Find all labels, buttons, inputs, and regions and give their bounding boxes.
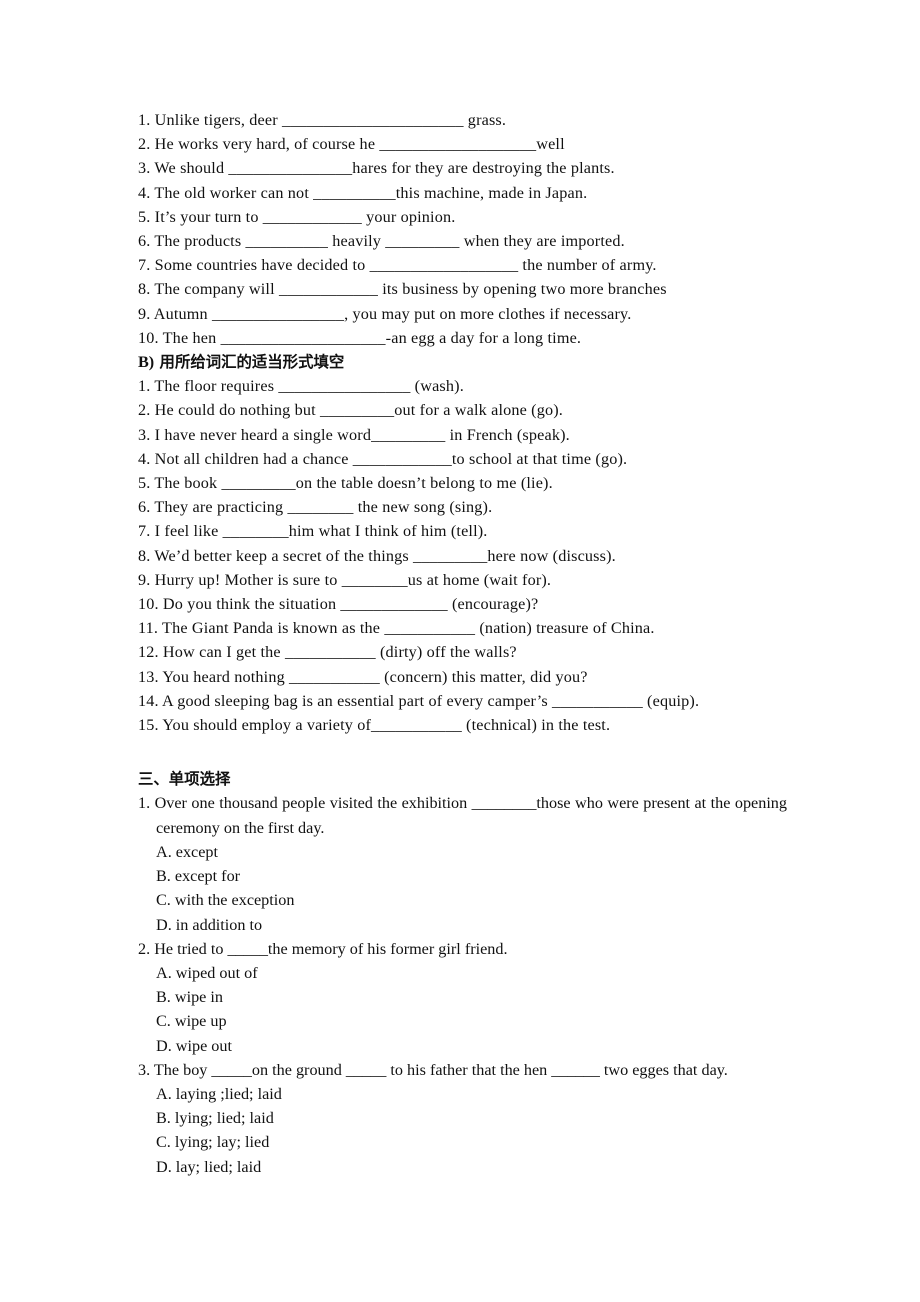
multiple-choice-list: 1. Over one thousand people visited the … (138, 791, 787, 1178)
mc-question-stem: 3. The boy _____on the ground _____ to h… (138, 1060, 728, 1079)
mc-option[interactable]: A. laying ;lied; laid (138, 1082, 787, 1106)
mc-option[interactable]: D. in addition to (138, 913, 787, 937)
exercise-line: 2. He could do nothing but _________out … (138, 401, 563, 420)
exercise-line: 6. The products __________ heavily _____… (138, 232, 625, 251)
mc-option[interactable]: C. lying; lay; lied (138, 1130, 787, 1154)
exercise-line: 8. We’d better keep a secret of the thin… (138, 546, 616, 565)
mc-option[interactable]: A. except (138, 840, 787, 864)
exercise-line: 11. The Giant Panda is known as the ____… (138, 619, 655, 638)
mc-question-block: 1. Over one thousand people visited the … (138, 791, 787, 936)
exercise-line: 4. Not all children had a chance _______… (138, 449, 628, 468)
section-b-title: 用所给词汇的适当形式填空 (159, 353, 345, 372)
exercise-line: 13. You heard nothing ___________ (conce… (138, 667, 588, 686)
section-a-fill-in-blanks: 1. Unlike tigers, deer _________________… (138, 108, 787, 350)
exercise-line: 2. He works very hard, of course he ____… (138, 135, 565, 154)
document-page: 1. Unlike tigers, deer _________________… (0, 0, 920, 1302)
exercise-line: 9. Autumn ________________, you may put … (138, 304, 632, 323)
exercise-line: 12. How can I get the ___________ (dirty… (138, 643, 517, 662)
section-b-label: B) (138, 353, 155, 372)
exercise-line: 10. The hen ____________________-an egg … (138, 328, 582, 347)
exercise-line: 3. We should _______________hares for th… (138, 159, 615, 178)
section-b-heading: B) 用所给词汇的适当形式填空 (138, 350, 787, 374)
exercise-line: 10. Do you think the situation _________… (138, 595, 539, 614)
exercise-line: 5. The book _________on the table doesn’… (138, 474, 553, 493)
exercise-line: 14. A good sleeping bag is an essential … (138, 691, 700, 710)
exercise-line: 1. The floor requires ________________ (… (138, 377, 464, 396)
mc-option[interactable]: D. wipe out (138, 1034, 787, 1058)
exercise-line: 3. I have never heard a single word_____… (138, 425, 570, 444)
mc-option[interactable]: B. lying; lied; laid (138, 1106, 787, 1130)
mc-option[interactable]: D. lay; lied; laid (138, 1155, 787, 1179)
mc-option[interactable]: B. wipe in (138, 985, 787, 1009)
mc-option[interactable]: A. wiped out of (138, 961, 787, 985)
exercise-line: 7. I feel like ________him what I think … (138, 522, 488, 541)
section-three-heading: 三、单项选择 (138, 770, 231, 789)
exercise-line: 7. Some countries have decided to ______… (138, 256, 657, 275)
section-b-word-forms: 1. The floor requires ________________ (… (138, 374, 787, 737)
exercise-line: 8. The company will ____________ its bus… (138, 280, 667, 299)
mc-option[interactable]: C. with the exception (138, 888, 787, 912)
exercise-line: 6. They are practicing ________ the new … (138, 498, 493, 517)
mc-question-stem: 2. He tried to _____the memory of his fo… (138, 939, 508, 958)
mc-question-stem: 1. Over one thousand people visited the … (138, 794, 787, 837)
exercise-line: 15. You should employ a variety of______… (138, 716, 611, 735)
exercise-line: 9. Hurry up! Mother is sure to ________u… (138, 570, 552, 589)
mc-question-block: 3. The boy _____on the ground _____ to h… (138, 1058, 787, 1179)
exercise-line: 4. The old worker can not __________this… (138, 183, 588, 202)
exercise-line: 5. It’s your turn to ____________ your o… (138, 207, 456, 226)
mc-question-block: 2. He tried to _____the memory of his fo… (138, 937, 787, 1058)
mc-option[interactable]: C. wipe up (138, 1009, 787, 1033)
exercise-line: 1. Unlike tigers, deer _________________… (138, 111, 507, 129)
mc-option[interactable]: B. except for (138, 864, 787, 888)
